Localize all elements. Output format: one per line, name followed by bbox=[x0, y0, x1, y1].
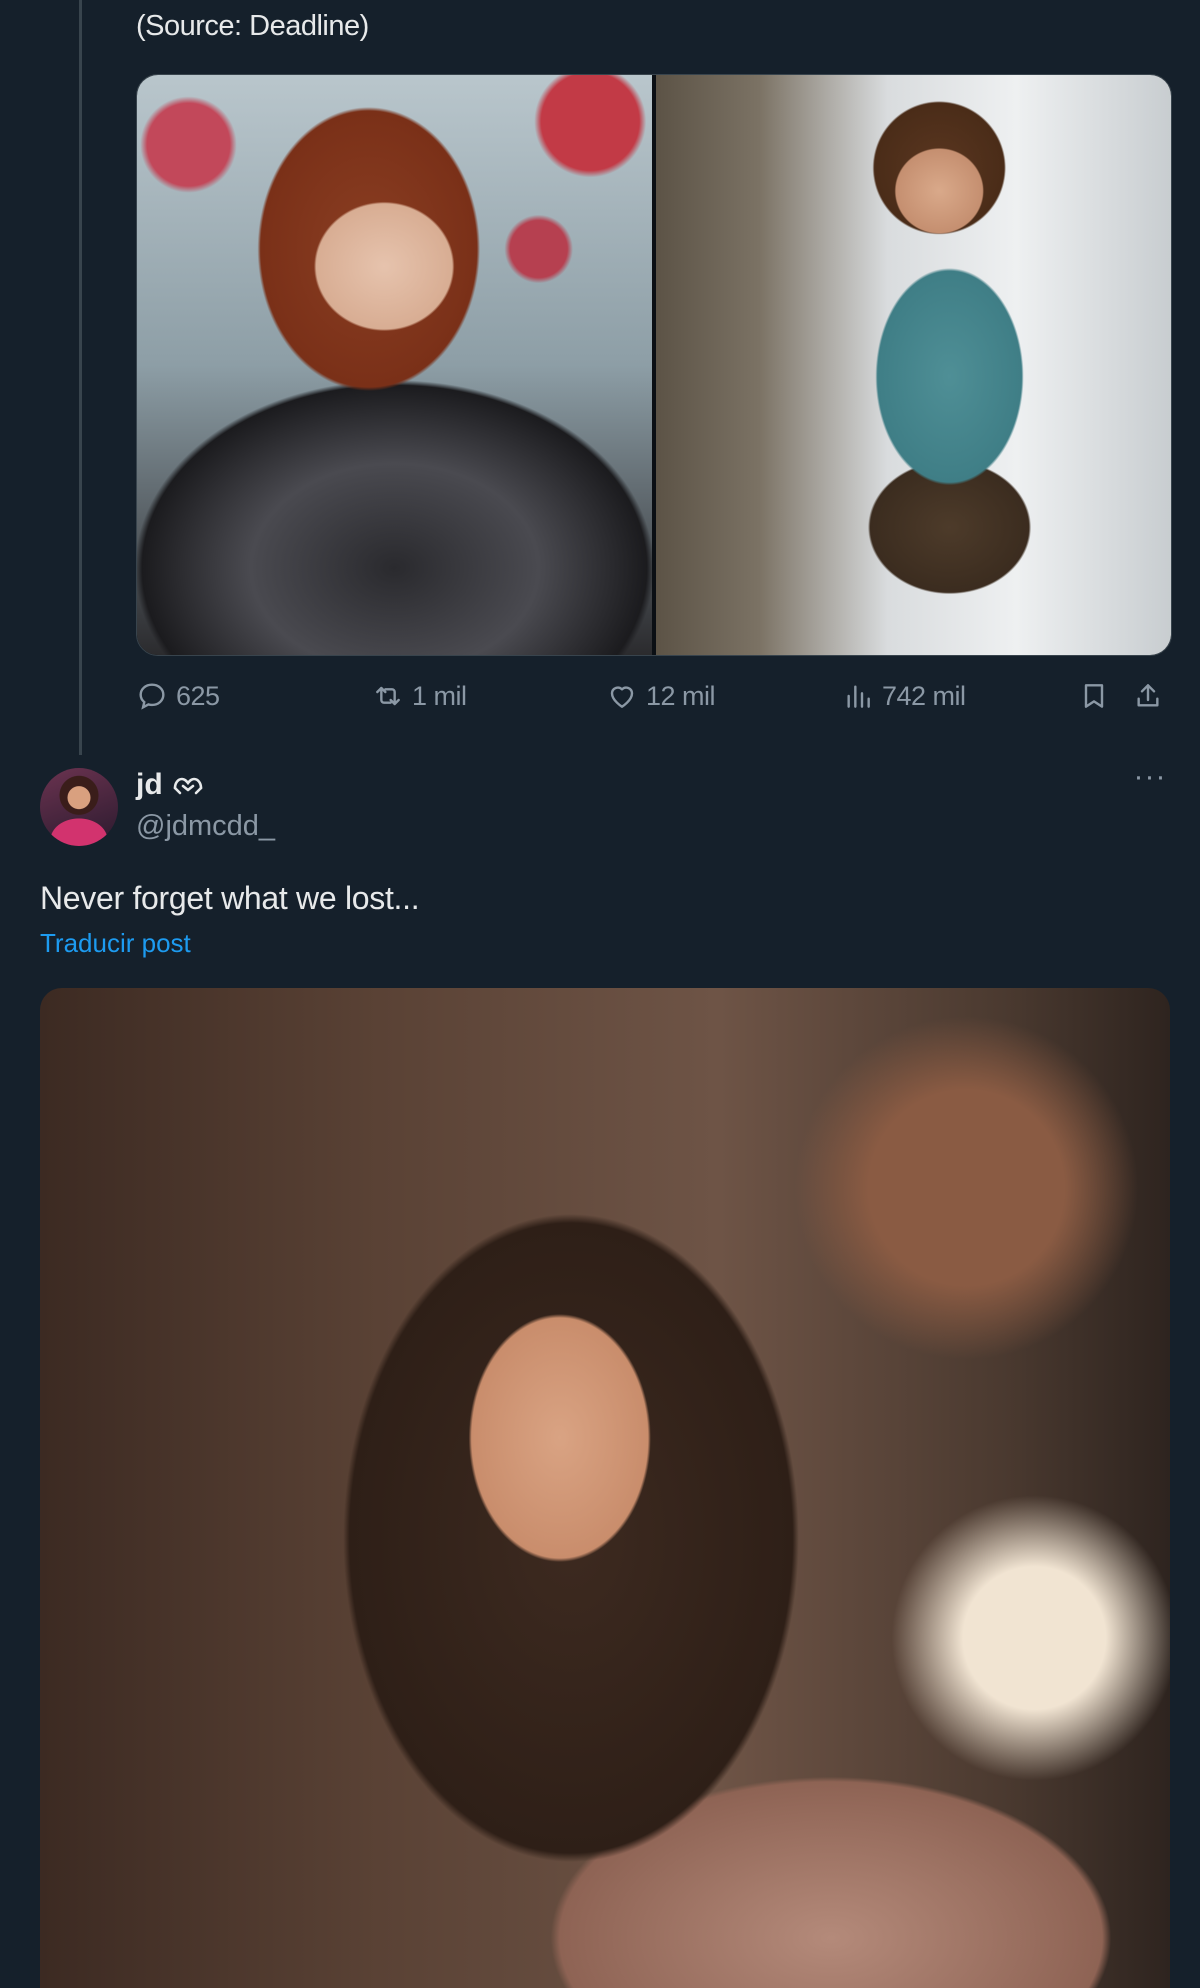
author-handle[interactable]: @jdmcdd_ bbox=[136, 810, 275, 843]
repost-count: 1 mil bbox=[412, 680, 467, 711]
like-count: 12 mil bbox=[646, 680, 716, 711]
heart-hands-icon bbox=[173, 777, 202, 795]
post-media-image[interactable] bbox=[40, 988, 1170, 1988]
media-image-right[interactable] bbox=[656, 75, 1171, 655]
author-name-row[interactable]: jd bbox=[136, 768, 205, 802]
speech-bubble-icon bbox=[139, 683, 165, 710]
source-caption: (Source: Deadline) bbox=[136, 10, 369, 42]
post-actions-bar: 625 1 mil 12 mil 742 mil bbox=[136, 680, 1170, 720]
bar-chart-icon bbox=[847, 685, 870, 708]
post-media-grid[interactable] bbox=[136, 74, 1172, 656]
display-name[interactable]: jd bbox=[136, 768, 163, 802]
heart-icon bbox=[610, 686, 634, 708]
share-button[interactable] bbox=[1132, 680, 1164, 712]
like-button[interactable]: 12 mil bbox=[606, 680, 716, 712]
repost-icon bbox=[376, 686, 400, 706]
translate-post-link[interactable]: Traducir post bbox=[40, 928, 191, 959]
reply-count: 625 bbox=[176, 680, 220, 711]
bookmark-icon bbox=[1084, 684, 1104, 708]
reply-button[interactable]: 625 bbox=[136, 680, 220, 712]
bookmark-button[interactable] bbox=[1078, 680, 1110, 712]
repost-button[interactable]: 1 mil bbox=[372, 680, 467, 712]
more-options-button[interactable]: ··· bbox=[1130, 762, 1170, 796]
share-icon bbox=[1137, 684, 1159, 707]
thread-connector-line bbox=[79, 0, 82, 755]
views-button[interactable]: 742 mil bbox=[842, 680, 966, 712]
media-image-left[interactable] bbox=[137, 75, 652, 655]
avatar[interactable] bbox=[40, 768, 118, 846]
post-text: Never forget what we lost... bbox=[40, 880, 420, 916]
views-count: 742 mil bbox=[882, 680, 966, 711]
